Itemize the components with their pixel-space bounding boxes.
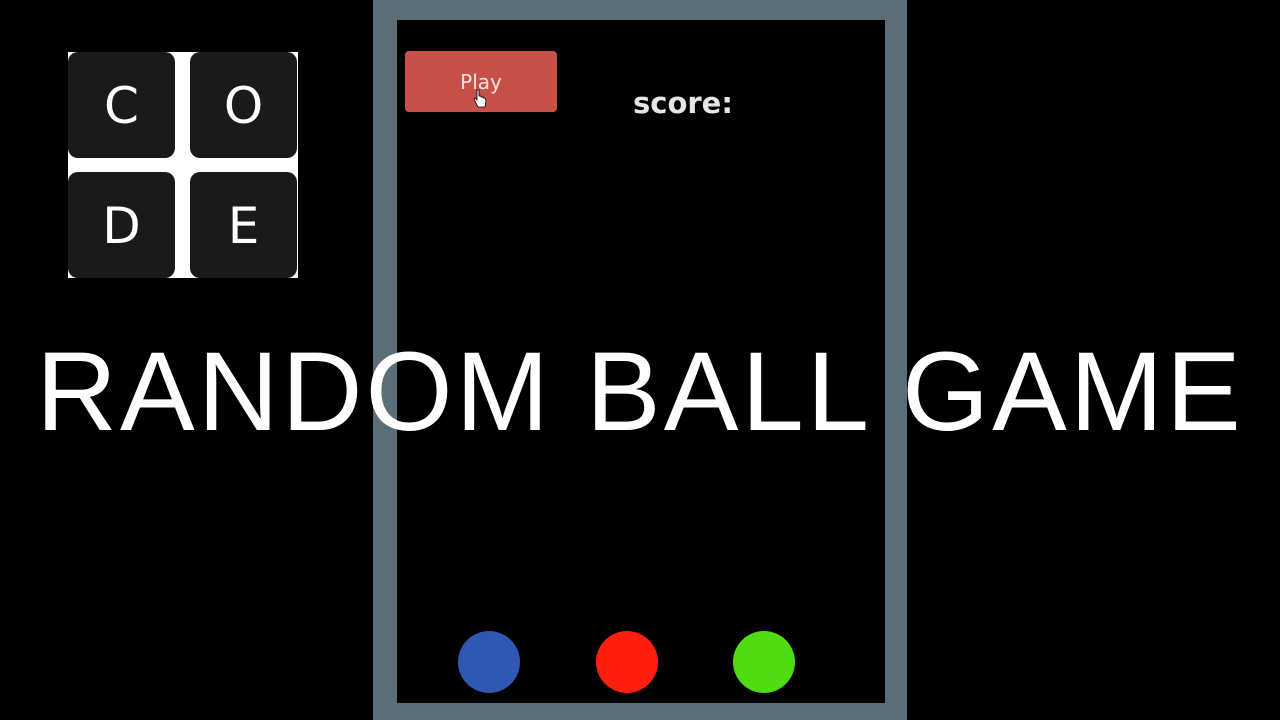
hand-cursor-icon <box>473 89 487 108</box>
code-org-logo: C O D E <box>68 52 298 278</box>
logo-tile-e: E <box>190 172 297 278</box>
video-title: RANDOM BALL GAME <box>36 329 1244 454</box>
green-ball[interactable] <box>733 631 795 693</box>
logo-tile-o: O <box>190 52 297 158</box>
logo-tile-d: D <box>68 172 175 278</box>
red-ball[interactable] <box>596 631 658 693</box>
logo-tile-c: C <box>68 52 175 158</box>
video-thumbnail: C O D E Play score: RANDOM BALL GAME <box>0 0 1280 720</box>
score-label: score: <box>633 86 733 120</box>
blue-ball[interactable] <box>458 631 520 693</box>
